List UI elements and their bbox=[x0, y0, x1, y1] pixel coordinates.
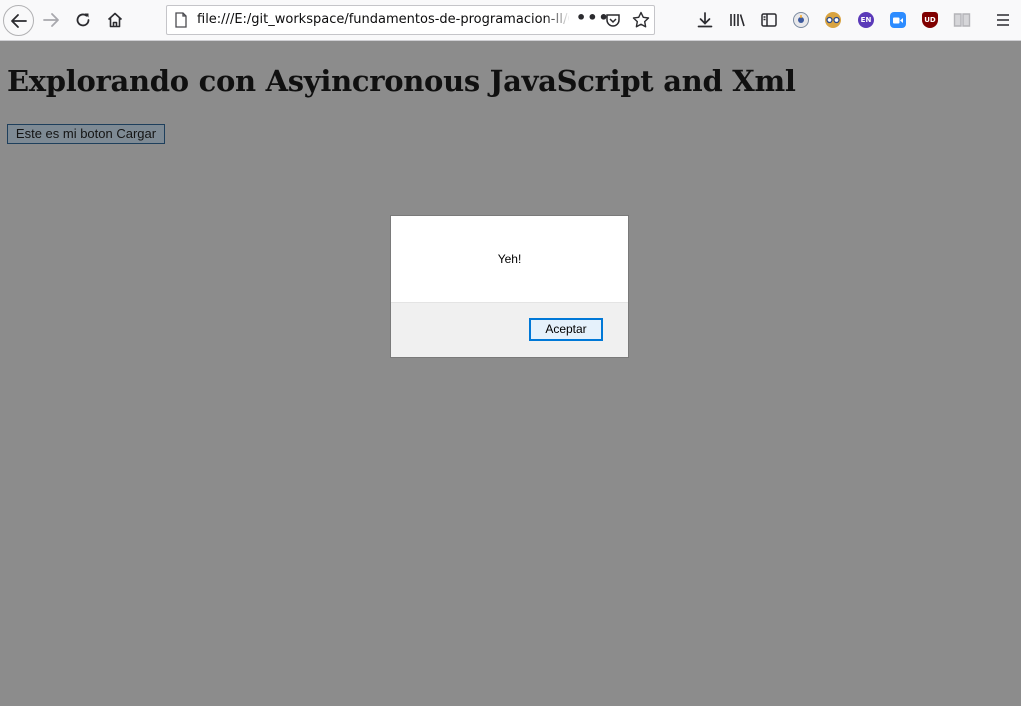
sidebar-icon bbox=[761, 13, 777, 27]
reload-icon bbox=[76, 13, 90, 27]
dialog-message: Yeh! bbox=[497, 252, 522, 266]
sidebar-button[interactable] bbox=[754, 5, 784, 35]
ublock-label: UD bbox=[924, 16, 936, 24]
home-icon bbox=[107, 12, 123, 28]
ublock-icon[interactable]: UD bbox=[922, 12, 938, 28]
extension-icon[interactable] bbox=[793, 12, 809, 28]
forward-icon bbox=[43, 13, 59, 27]
translate-label: EN bbox=[860, 16, 872, 24]
url-bar[interactable]: file:///E:/git_workspace/fundamentos-de-… bbox=[166, 5, 655, 35]
menu-icon bbox=[997, 14, 1009, 26]
reader-view-icon bbox=[953, 13, 971, 27]
home-button[interactable] bbox=[100, 5, 130, 35]
menu-button[interactable] bbox=[988, 5, 1018, 35]
back-button[interactable] bbox=[3, 5, 34, 36]
url-fade bbox=[545, 7, 571, 33]
library-icon bbox=[730, 14, 745, 27]
page-info-icon[interactable] bbox=[174, 12, 188, 32]
ok-button[interactable]: Aceptar bbox=[529, 318, 603, 341]
reader-glasses-icon[interactable] bbox=[825, 12, 841, 28]
downloads-button[interactable] bbox=[690, 5, 720, 35]
zoom-icon[interactable] bbox=[890, 12, 906, 28]
download-icon bbox=[697, 12, 713, 28]
page-title: Explorando con Asyincronous JavaScript a… bbox=[7, 64, 796, 98]
alert-dialog: Yeh! Aceptar bbox=[390, 215, 629, 358]
bookmark-star-icon[interactable] bbox=[632, 11, 650, 33]
reload-button[interactable] bbox=[68, 5, 98, 35]
reader-view-button[interactable] bbox=[947, 5, 977, 35]
forward-button[interactable] bbox=[36, 5, 66, 35]
load-button[interactable]: Este es mi boton Cargar bbox=[7, 124, 165, 144]
library-button[interactable] bbox=[722, 5, 752, 35]
dialog-footer: Aceptar bbox=[391, 302, 628, 357]
back-icon bbox=[10, 13, 27, 28]
pocket-icon[interactable] bbox=[605, 12, 621, 32]
translate-icon[interactable]: EN bbox=[858, 12, 874, 28]
browser-toolbar: file:///E:/git_workspace/fundamentos-de-… bbox=[0, 0, 1021, 41]
url-text[interactable]: file:///E:/git_workspace/fundamentos-de-… bbox=[197, 6, 569, 34]
